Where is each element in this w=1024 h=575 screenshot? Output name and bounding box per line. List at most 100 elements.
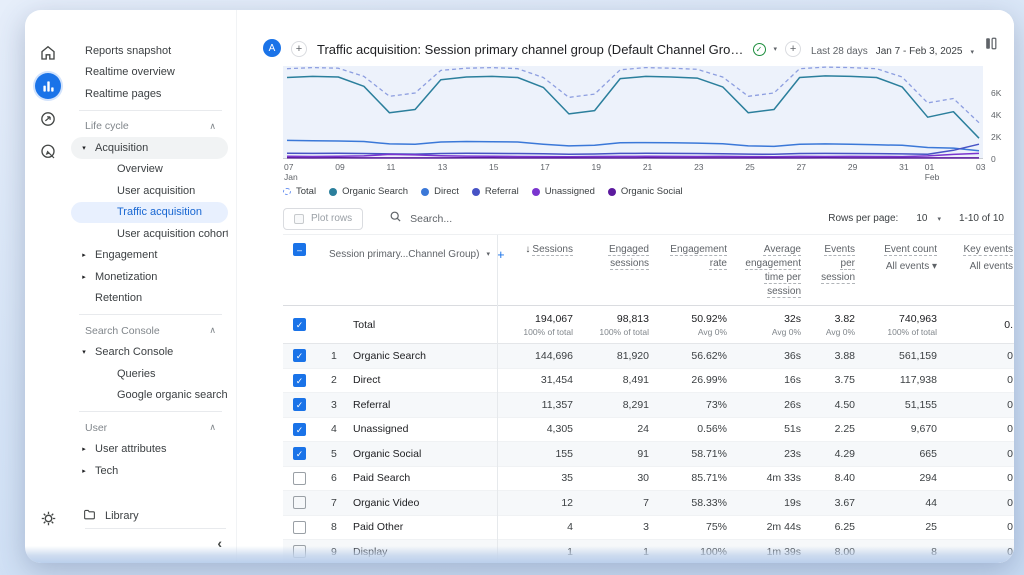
settings-gear-icon xyxy=(40,510,57,527)
sidebar-item-queries[interactable]: Queries xyxy=(71,363,228,385)
table-total-row: ✓Total194,067100% of total98,813100% of … xyxy=(283,306,1014,344)
row-checkbox[interactable]: ✓ xyxy=(293,374,306,387)
row-checkbox[interactable] xyxy=(293,472,306,485)
nav-explore-button[interactable] xyxy=(35,139,61,165)
sidebar-item-traffic-acquisition[interactable]: Traffic acquisition xyxy=(71,202,228,224)
sidebar-section-search-console[interactable]: Search Console∧ xyxy=(71,320,228,342)
row-checkbox[interactable]: ✓ xyxy=(293,349,306,362)
column-header-label[interactable]: Key events xyxy=(964,244,1013,255)
row-number: 9 xyxy=(331,546,341,558)
metric-cell: 0 xyxy=(947,423,1014,435)
x-axis-tick-label: 09 xyxy=(335,162,344,172)
legend-item-organic-social[interactable]: Organic Social xyxy=(608,186,683,197)
row-checkbox[interactable] xyxy=(293,521,306,534)
metric-cell: 91 xyxy=(583,448,659,460)
metric-cell: 1 xyxy=(583,546,659,558)
chevron-down-icon[interactable]: ▾ xyxy=(486,250,490,260)
settings-button[interactable] xyxy=(35,505,61,531)
tick-month: Feb xyxy=(925,172,940,182)
avatar[interactable]: A xyxy=(263,39,281,57)
column-header-label[interactable]: Events per session xyxy=(821,244,855,283)
column-header-engagement-rate: Engagement rate xyxy=(659,243,737,271)
customize-report-icon[interactable] xyxy=(984,36,998,57)
metric-cell: 4 xyxy=(497,521,583,533)
legend-dot-icon xyxy=(472,188,480,196)
metric-cell: 73% xyxy=(659,399,737,411)
rows-per-page-select[interactable]: 10 ▾ xyxy=(916,213,941,224)
legend-item-organic-search[interactable]: Organic Search xyxy=(329,186,408,197)
total-subvalue: 100% of total xyxy=(865,327,937,337)
sidebar-item-reports-snapshot[interactable]: Reports snapshot xyxy=(71,40,228,62)
row-checkbox[interactable] xyxy=(293,496,306,509)
sidebar-item-google-organic-search-traf-[interactable]: Google organic search traf... xyxy=(71,385,228,407)
collapse-sidebar-icon[interactable]: ‹ xyxy=(217,535,226,551)
column-header-label[interactable]: Sessions xyxy=(532,244,573,255)
sidebar-section-life-cycle[interactable]: Life cycle∧ xyxy=(71,116,228,138)
column-header-events-per-session: Events per session xyxy=(811,243,865,285)
metric-cell: 294 xyxy=(865,472,947,484)
sidebar-item-monetization[interactable]: ▸Monetization xyxy=(71,266,228,288)
table-row: ✓2Direct31,4548,49126.99%16s3.75117,9380 xyxy=(283,369,1014,394)
y-axis-tick-label: 6K xyxy=(991,88,1014,98)
sidebar-item-user-attributes[interactable]: ▸User attributes xyxy=(71,439,228,461)
arrow-expanded-icon: ▾ xyxy=(79,144,89,152)
channel-cell: 4Unassigned xyxy=(317,423,497,435)
x-axis-tick-label: 21 xyxy=(643,162,652,172)
sidebar-item-realtime-overview[interactable]: Realtime overview xyxy=(71,62,228,84)
legend-item-referral[interactable]: Referral xyxy=(472,186,519,197)
column-header-label[interactable]: Engaged sessions xyxy=(609,244,649,269)
metric-cell: 561,159 xyxy=(865,350,947,362)
sidebar-item-overview[interactable]: Overview xyxy=(71,159,228,181)
sidebar-item-engagement[interactable]: ▸Engagement xyxy=(71,245,228,267)
row-checkbox[interactable]: ✓ xyxy=(293,318,306,331)
row-number: 5 xyxy=(331,448,341,460)
sidebar-item-realtime-pages[interactable]: Realtime pages xyxy=(71,83,228,105)
column-subfilter[interactable]: All events xyxy=(947,260,1013,274)
sidebar-item-user-acquisition[interactable]: User acquisition xyxy=(71,180,228,202)
sidebar-item-user-acquisition-cohorts[interactable]: User acquisition cohorts xyxy=(71,223,228,245)
table-row: ✓3Referral11,3578,29173%26s4.5051,1550 xyxy=(283,393,1014,418)
total-subvalue: Avg 0% xyxy=(659,327,727,337)
nav-reports-button[interactable] xyxy=(35,73,61,99)
row-checkbox-cell xyxy=(283,472,317,485)
column-header-label[interactable]: Engagement rate xyxy=(670,244,727,269)
column-header-label[interactable]: Average engagement time per session xyxy=(745,244,801,297)
search-input[interactable] xyxy=(410,213,560,225)
page-title[interactable]: Traffic acquisition: Session primary cha… xyxy=(317,42,745,57)
plot-rows-checkbox[interactable] xyxy=(294,214,304,224)
legend-item-direct[interactable]: Direct xyxy=(421,186,459,197)
row-checkbox[interactable]: ✓ xyxy=(293,398,306,411)
plot-rows-button[interactable]: Plot rows xyxy=(283,208,363,230)
legend-dot-icon xyxy=(421,188,429,196)
row-checkbox[interactable]: – xyxy=(293,243,306,256)
analytics-app-window: Reports snapshotRealtime overviewRealtim… xyxy=(25,10,1014,563)
nav-home-button[interactable] xyxy=(35,40,61,66)
nav-advertising-button[interactable] xyxy=(35,106,61,132)
chart-plot-area[interactable]: 6K4K2K0 xyxy=(283,66,983,159)
metric-cell: 8.00 xyxy=(811,546,865,558)
row-checkbox[interactable]: ✓ xyxy=(293,447,306,460)
sidebar-item-acquisition[interactable]: ▾Acquisition xyxy=(71,137,228,159)
advertising-icon xyxy=(39,110,57,128)
channel-cell: 3Referral xyxy=(317,399,497,411)
metric-cell: 81,920 xyxy=(583,350,659,362)
date-range-picker[interactable]: Last 28 days Jan 7 - Feb 3, 2025 ▾ xyxy=(811,46,974,57)
sidebar-section-user[interactable]: User∧ xyxy=(71,417,228,439)
column-subfilter[interactable]: All events ▾ xyxy=(865,260,937,274)
legend-item-unassigned[interactable]: Unassigned xyxy=(532,186,595,197)
title-caret-icon[interactable]: ▾ xyxy=(774,45,778,53)
sidebar-item-retention[interactable]: Retention xyxy=(71,288,228,310)
legend-item-total[interactable]: Total xyxy=(283,186,316,197)
column-header-label[interactable]: Event count xyxy=(884,244,937,255)
metric-cell: 3.67 xyxy=(811,497,865,509)
sidebar-item-library[interactable]: Library xyxy=(71,504,228,528)
row-checkbox[interactable]: ✓ xyxy=(293,423,306,436)
row-checkbox[interactable] xyxy=(293,545,306,558)
dimension-header-label[interactable]: Session primary...Channel Group) xyxy=(329,248,479,262)
search-icon xyxy=(389,210,402,228)
add-tab-button[interactable]: + xyxy=(291,41,307,57)
add-comparison-button[interactable]: + xyxy=(785,41,801,57)
sidebar-item-search-console[interactable]: ▾Search Console xyxy=(71,342,228,364)
sidebar-item-tech[interactable]: ▸Tech xyxy=(71,460,228,482)
column-header-label-wrap: Engagement rate xyxy=(659,243,727,271)
